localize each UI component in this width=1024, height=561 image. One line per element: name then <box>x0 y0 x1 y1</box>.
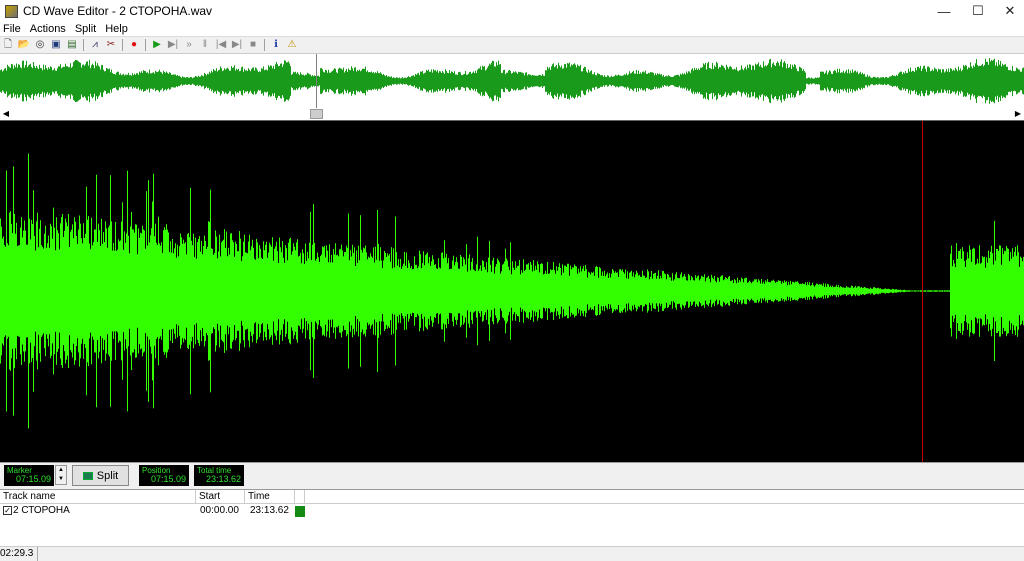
marker-spinner[interactable]: ▲ ▼ <box>55 465 67 485</box>
toolbar-separator <box>122 39 123 51</box>
overview-waveform-plot <box>0 54 1024 108</box>
marker-value: 07:15.09 <box>15 474 51 484</box>
menu-split[interactable]: Split <box>72 22 102 36</box>
track-list-header: Track name Start Time <box>0 490 1024 504</box>
warning-icon[interactable]: ⚠ <box>286 39 298 51</box>
controls-bar: Marker 07:15.09 ▲ ▼ Split Position 07:15… <box>0 462 1024 490</box>
info-icon[interactable]: ℹ <box>270 39 282 51</box>
track-checkbox[interactable]: ✓ <box>3 506 12 515</box>
menu-bar: File Actions Split Help <box>0 22 1024 36</box>
track-color-swatch[interactable] <box>295 506 305 517</box>
toolbar-separator <box>264 39 265 51</box>
maximize-button[interactable]: ☐ <box>962 0 994 22</box>
split-button-label: Split <box>96 469 119 482</box>
split-icon <box>82 471 93 480</box>
menu-file[interactable]: File <box>0 22 27 36</box>
track-name: 2 СТОРОНА <box>13 505 70 516</box>
table-row[interactable]: ✓ 2 СТОРОНА 00:00.00 23:13.62 <box>0 504 1024 518</box>
title-bar: CD Wave Editor - 2 СТОРОНА.wav — ☐ ✕ <box>0 0 1024 22</box>
track-time: 23:13.62 <box>250 505 289 516</box>
marker-display: Marker 07:15.09 <box>4 465 54 486</box>
window-title: CD Wave Editor - 2 СТОРОНА.wav <box>23 4 213 18</box>
next-icon[interactable]: ▶| <box>231 39 243 51</box>
overview-wave-path <box>0 58 1024 104</box>
toolbar: 🗋 📂 ◎ ▣ ▤ ⩘ ✂ ● ▶ ▶| » ‖ |◀ ▶| ■ ℹ ⚠ <box>0 36 1024 54</box>
cd-icon[interactable]: ◎ <box>34 39 46 51</box>
stop-icon[interactable]: ■ <box>247 39 259 51</box>
app-icon <box>5 4 18 18</box>
new-file-icon[interactable]: 🗋 <box>2 39 14 51</box>
split-tools-icon[interactable]: ✂ <box>105 39 117 51</box>
play-next-icon[interactable]: ▶| <box>167 39 179 51</box>
open-folder-icon[interactable]: 📂 <box>18 39 30 51</box>
main-wave-path <box>0 153 1024 429</box>
scroll-right-arrow-icon[interactable]: ▶ <box>1013 108 1023 120</box>
track-start: 00:00.00 <box>200 505 239 516</box>
track-list: Track name Start Time ✓ 2 СТОРОНА 00:00.… <box>0 489 1024 546</box>
overview-waveform[interactable] <box>0 54 1024 109</box>
spin-up-icon[interactable]: ▲ <box>56 466 66 475</box>
menu-help[interactable]: Help <box>102 22 134 36</box>
previous-icon[interactable]: |◀ <box>215 39 227 51</box>
pause-icon[interactable]: ‖ <box>199 39 211 51</box>
play-icon[interactable]: ▶ <box>151 39 163 51</box>
status-bar: 02:29.3 <box>0 546 1024 561</box>
column-time[interactable]: Time <box>245 490 295 503</box>
status-time: 02:29.3 <box>0 547 39 561</box>
column-track-name[interactable]: Track name <box>0 490 196 503</box>
total-time-display: Total time 23:13.62 <box>194 465 244 486</box>
main-waveform[interactable] <box>0 120 1024 462</box>
column-color[interactable] <box>295 490 305 503</box>
menu-actions[interactable]: Actions <box>27 22 72 36</box>
toolbar-separator <box>83 39 84 51</box>
toolbar-separator <box>145 39 146 51</box>
column-start[interactable]: Start <box>196 490 245 503</box>
fast-forward-icon[interactable]: » <box>183 39 195 51</box>
position-display: Position 07:15.09 <box>139 465 189 486</box>
total-time-value: 23:13.62 <box>205 474 241 484</box>
save-icon[interactable]: ▣ <box>50 39 62 51</box>
auto-split-icon[interactable]: ⩘ <box>89 39 101 51</box>
minimize-button[interactable]: — <box>928 0 960 22</box>
position-value: 07:15.09 <box>150 474 186 484</box>
spin-down-icon[interactable]: ▼ <box>56 475 66 484</box>
main-waveform-plot <box>0 121 1024 462</box>
save-as-icon[interactable]: ▤ <box>66 39 78 51</box>
scroll-thumb[interactable] <box>310 109 323 119</box>
close-button[interactable]: ✕ <box>994 0 1024 22</box>
record-icon[interactable]: ● <box>128 39 140 51</box>
scroll-left-arrow-icon[interactable]: ◀ <box>1 108 11 120</box>
split-button[interactable]: Split <box>72 465 129 486</box>
